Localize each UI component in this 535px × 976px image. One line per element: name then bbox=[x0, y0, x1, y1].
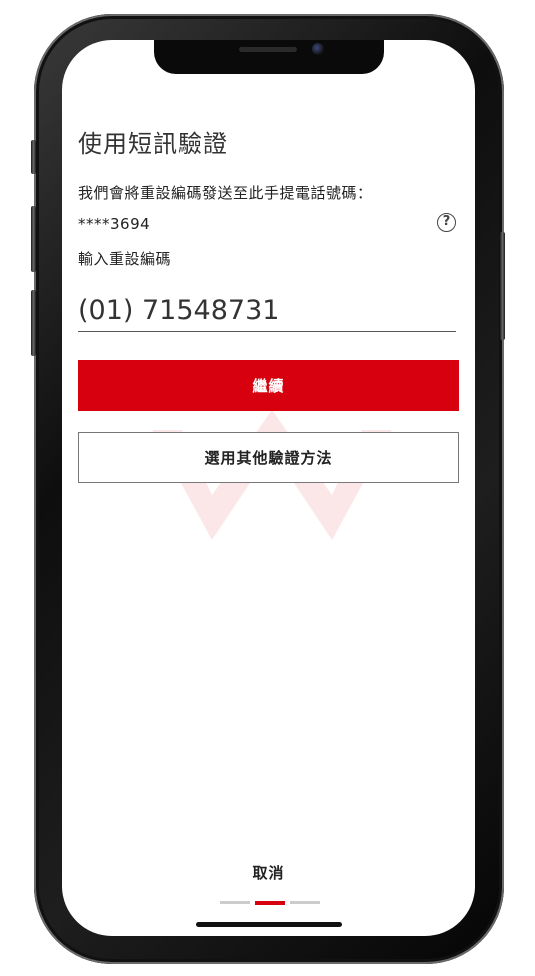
continue-button[interactable]: 繼續 bbox=[78, 360, 459, 411]
page-title: 使用短訊驗證 bbox=[78, 130, 228, 158]
masked-phone-number: ****3694 bbox=[78, 215, 151, 233]
front-camera bbox=[312, 43, 324, 55]
silent-switch bbox=[31, 140, 36, 174]
volume-down-button bbox=[31, 290, 36, 356]
step-2-active bbox=[255, 901, 285, 905]
app-screen: 使用短訊驗證 我們會將重設編碼發送至此手提電話號碼： ****3694 ? 輸入… bbox=[62, 40, 475, 936]
home-indicator[interactable] bbox=[196, 922, 342, 927]
question-circle-icon[interactable]: ? bbox=[437, 213, 456, 232]
notch bbox=[154, 40, 384, 74]
volume-up-button bbox=[31, 206, 36, 272]
cancel-link[interactable]: 取消 bbox=[62, 862, 475, 883]
reset-code-input[interactable] bbox=[78, 292, 456, 332]
sms-description: 我們會將重設編碼發送至此手提電話號碼： bbox=[78, 184, 373, 202]
step-indicator bbox=[220, 901, 320, 905]
step-1 bbox=[220, 901, 250, 904]
power-button bbox=[500, 232, 505, 340]
other-verification-method-button[interactable]: 選用其他驗證方法 bbox=[78, 432, 459, 483]
phone-mockup: 使用短訊驗證 我們會將重設編碼發送至此手提電話號碼： ****3694 ? 輸入… bbox=[0, 0, 535, 976]
reset-code-label: 輸入重設編碼 bbox=[78, 250, 172, 268]
speaker-grille bbox=[239, 47, 297, 52]
step-3 bbox=[290, 901, 320, 904]
